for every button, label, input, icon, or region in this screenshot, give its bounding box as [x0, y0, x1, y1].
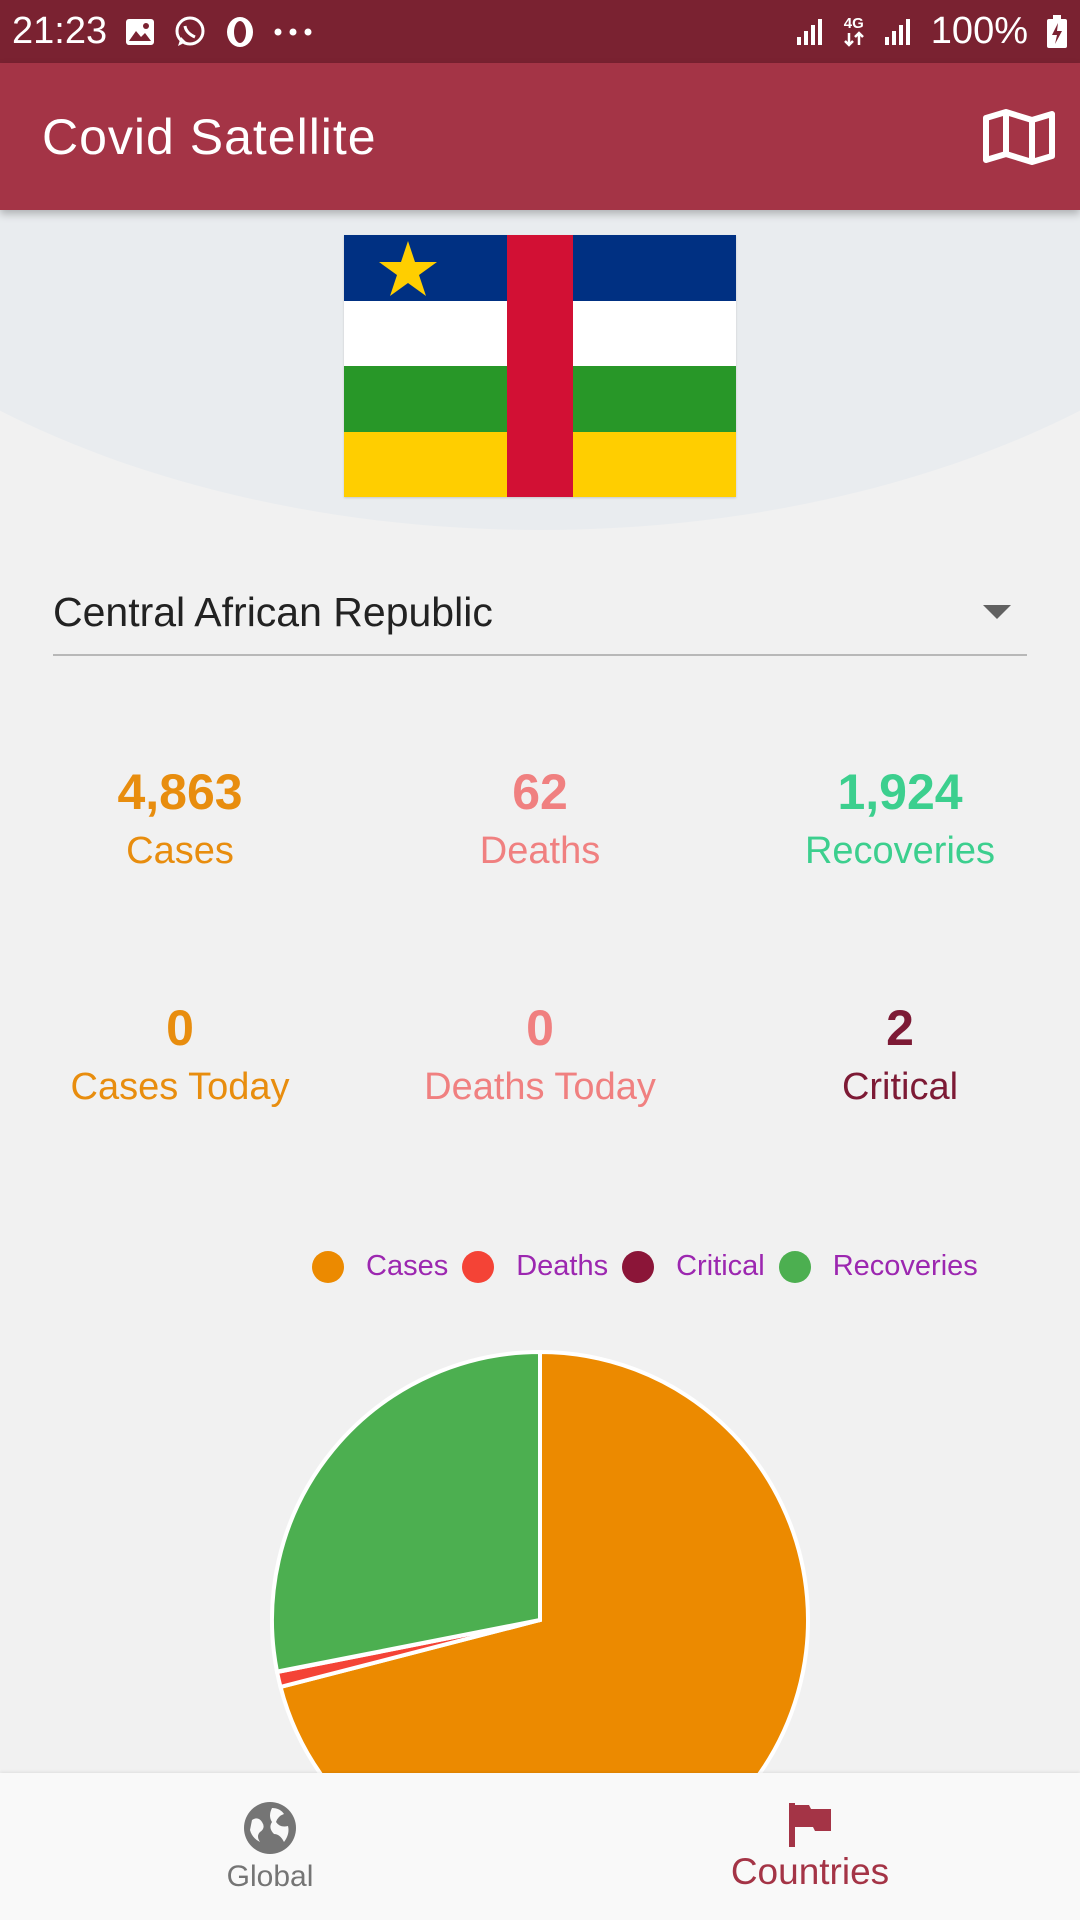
stat-deaths-value: 62 [512, 764, 568, 820]
battery-charging-icon [1046, 14, 1068, 49]
legend-label: Critical [676, 1250, 765, 1282]
nav-global-label: Global [226, 1859, 314, 1893]
legend-dot [462, 1250, 495, 1283]
dropdown-arrow-icon [983, 605, 1011, 619]
status-bar: 21:23 4G 100% [0, 0, 1080, 63]
status-time: 21:23 [12, 10, 108, 52]
stat-recoveries-label: Recoveries [804, 830, 996, 872]
bottom-navigation: Global Countries [0, 1773, 1080, 1920]
legend-item-deaths: Deaths [462, 1250, 608, 1283]
stat-recoveries: 1,924 Recoveries [720, 762, 1080, 880]
legend-label: Deaths [516, 1250, 609, 1282]
image-icon [125, 18, 155, 46]
stat-recoveries-value: 1,924 [837, 764, 963, 820]
legend-item-cases: Cases [312, 1250, 448, 1283]
flag-icon [789, 1802, 831, 1847]
country-flag [344, 235, 736, 497]
status-left: 21:23 [12, 10, 313, 53]
opera-icon [225, 15, 255, 49]
legend-item-recoveries: Recoveries [778, 1250, 978, 1283]
more-dots-icon [273, 27, 313, 37]
network-4g-icon: 4G [843, 16, 865, 47]
whatsapp-icon [173, 15, 207, 49]
stat-critical-label: Critical [841, 1066, 959, 1108]
flag-band [507, 235, 573, 497]
stat-critical-value: 2 [886, 1000, 914, 1056]
stat-deaths-label: Deaths [479, 830, 601, 872]
legend-label: Recoveries [832, 1250, 978, 1282]
country-dropdown-value: Central African Republic [53, 588, 493, 635]
pie-slice-recoveries [270, 1350, 542, 1674]
stat-critical: 2 Critical [720, 998, 1080, 1116]
stat-deaths-today-value: 0 [526, 1000, 554, 1056]
stat-cases: 4,863 Cases [0, 762, 360, 880]
country-dropdown[interactable]: Central African Republic [53, 570, 1027, 656]
legend-dot [778, 1250, 811, 1283]
legend-dot [622, 1250, 655, 1283]
stat-cases-today-label: Cases Today [70, 1066, 290, 1108]
nav-countries-label: Countries [730, 1850, 890, 1892]
stat-cases-label: Cases [126, 830, 234, 872]
map-icon[interactable] [982, 108, 1056, 166]
status-right: 4G 100% [795, 10, 1068, 53]
stat-deaths: 62 Deaths [360, 762, 720, 880]
pie-chart [270, 1350, 810, 1773]
stat-deaths-today-label: Deaths Today [424, 1066, 656, 1108]
signal-icon [883, 17, 913, 47]
legend-item-critical: Critical [622, 1250, 765, 1283]
nav-global[interactable]: Global [0, 1773, 540, 1920]
legend-dot [312, 1250, 344, 1283]
network-type: 4G [843, 15, 864, 32]
nav-countries[interactable]: Countries [540, 1773, 1080, 1920]
stat-deaths-today: 0 Deaths Today [360, 998, 720, 1116]
app-title: Covid Satellite [42, 108, 377, 165]
globe-icon [244, 1801, 296, 1854]
stat-cases-value: 4,863 [117, 764, 243, 820]
main-content: Central African Republic 4,863 Cases 62 … [0, 210, 1080, 1773]
signal-icon [795, 17, 825, 47]
app-bar: Covid Satellite [0, 63, 1080, 210]
legend-label: Cases [366, 1250, 449, 1282]
chart-legend: Cases Deaths Critical Recoveries [312, 1250, 992, 1283]
stat-cases-today: 0 Cases Today [0, 998, 360, 1116]
battery-percent: 100% [930, 10, 1028, 52]
stat-cases-today-value: 0 [166, 1000, 194, 1056]
